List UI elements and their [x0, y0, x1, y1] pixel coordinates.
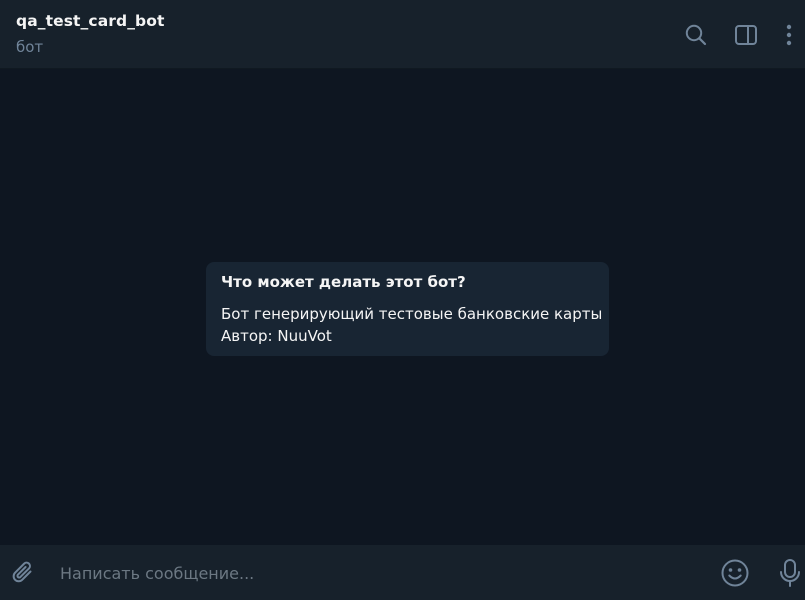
more-vertical-icon[interactable]	[779, 22, 799, 48]
message-composer	[0, 545, 805, 600]
message-input[interactable]	[60, 557, 700, 589]
emoji-icon[interactable]	[720, 558, 750, 588]
bot-info-description: Бот генерирующий тестовые банковские кар…	[221, 303, 603, 347]
microphone-icon[interactable]	[777, 557, 803, 589]
attach-icon[interactable]	[10, 559, 38, 587]
chat-subtitle: бот	[16, 38, 44, 56]
message-area: Что может делать этот бот? Бот генерирую…	[0, 69, 805, 545]
bot-info-description-line: Бот генерирующий тестовые банковские кар…	[221, 305, 603, 323]
search-icon[interactable]	[683, 22, 709, 48]
sidebar-toggle-icon[interactable]	[733, 22, 759, 48]
bot-info-title: Что может делать этот бот?	[221, 273, 466, 291]
chat-window: qa_test_card_bot бот Что может делать эт	[0, 0, 805, 600]
bot-info-card: Что может делать этот бот? Бот генерирую…	[206, 262, 609, 356]
chat-header: qa_test_card_bot бот	[0, 0, 805, 69]
bot-info-description-line: Автор: NuuVot	[221, 327, 332, 345]
chat-title[interactable]: qa_test_card_bot	[16, 12, 165, 30]
